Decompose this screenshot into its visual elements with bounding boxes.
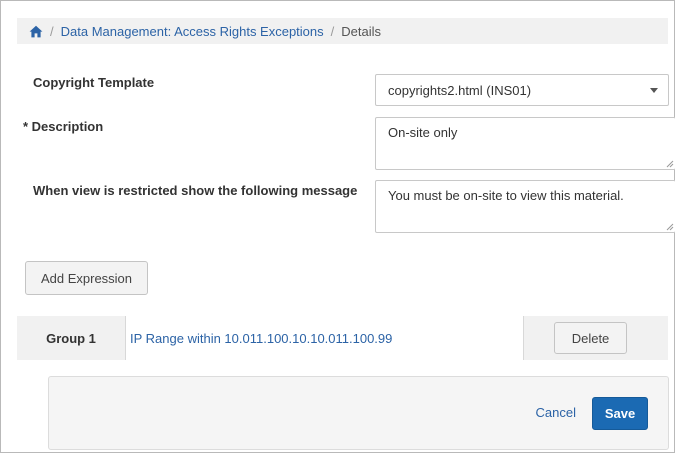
caret-down-icon	[650, 87, 658, 93]
breadcrumb-separator: /	[330, 23, 335, 39]
group-row: Group 1 IP Range within 10.011.100.10.10…	[17, 316, 668, 360]
save-button[interactable]: Save	[592, 397, 648, 430]
group-expression-link[interactable]: IP Range within 10.011.100.10.10.011.100…	[126, 316, 524, 360]
home-icon[interactable]	[29, 25, 43, 38]
add-expression-button[interactable]: Add Expression	[25, 261, 148, 295]
cancel-link[interactable]: Cancel	[536, 405, 576, 420]
group-actions: Delete	[524, 316, 668, 360]
restricted-message-field[interactable]: You must be on-site to view this materia…	[375, 180, 675, 233]
breadcrumb-current: Details	[341, 23, 382, 39]
page-frame: / Data Management: Access Rights Excepti…	[0, 0, 675, 453]
group-label: Group 1	[17, 316, 126, 360]
breadcrumb: / Data Management: Access Rights Excepti…	[17, 18, 668, 44]
breadcrumb-separator: /	[50, 23, 54, 39]
copyright-template-value: copyrights2.html (INS01)	[388, 82, 532, 98]
breadcrumb-link-access-rights-exceptions[interactable]: Data Management: Access Rights Exception…	[61, 24, 324, 39]
copyright-template-label: Copyright Template	[33, 75, 155, 90]
restricted-message-label: When view is restricted show the followi…	[33, 183, 358, 198]
description-label: * Description	[23, 119, 104, 134]
delete-group-button[interactable]: Delete	[554, 322, 627, 354]
description-field[interactable]: On-site only	[375, 117, 675, 170]
footer-panel: Cancel Save	[48, 376, 669, 450]
copyright-template-select[interactable]: copyrights2.html (INS01)	[375, 74, 669, 106]
